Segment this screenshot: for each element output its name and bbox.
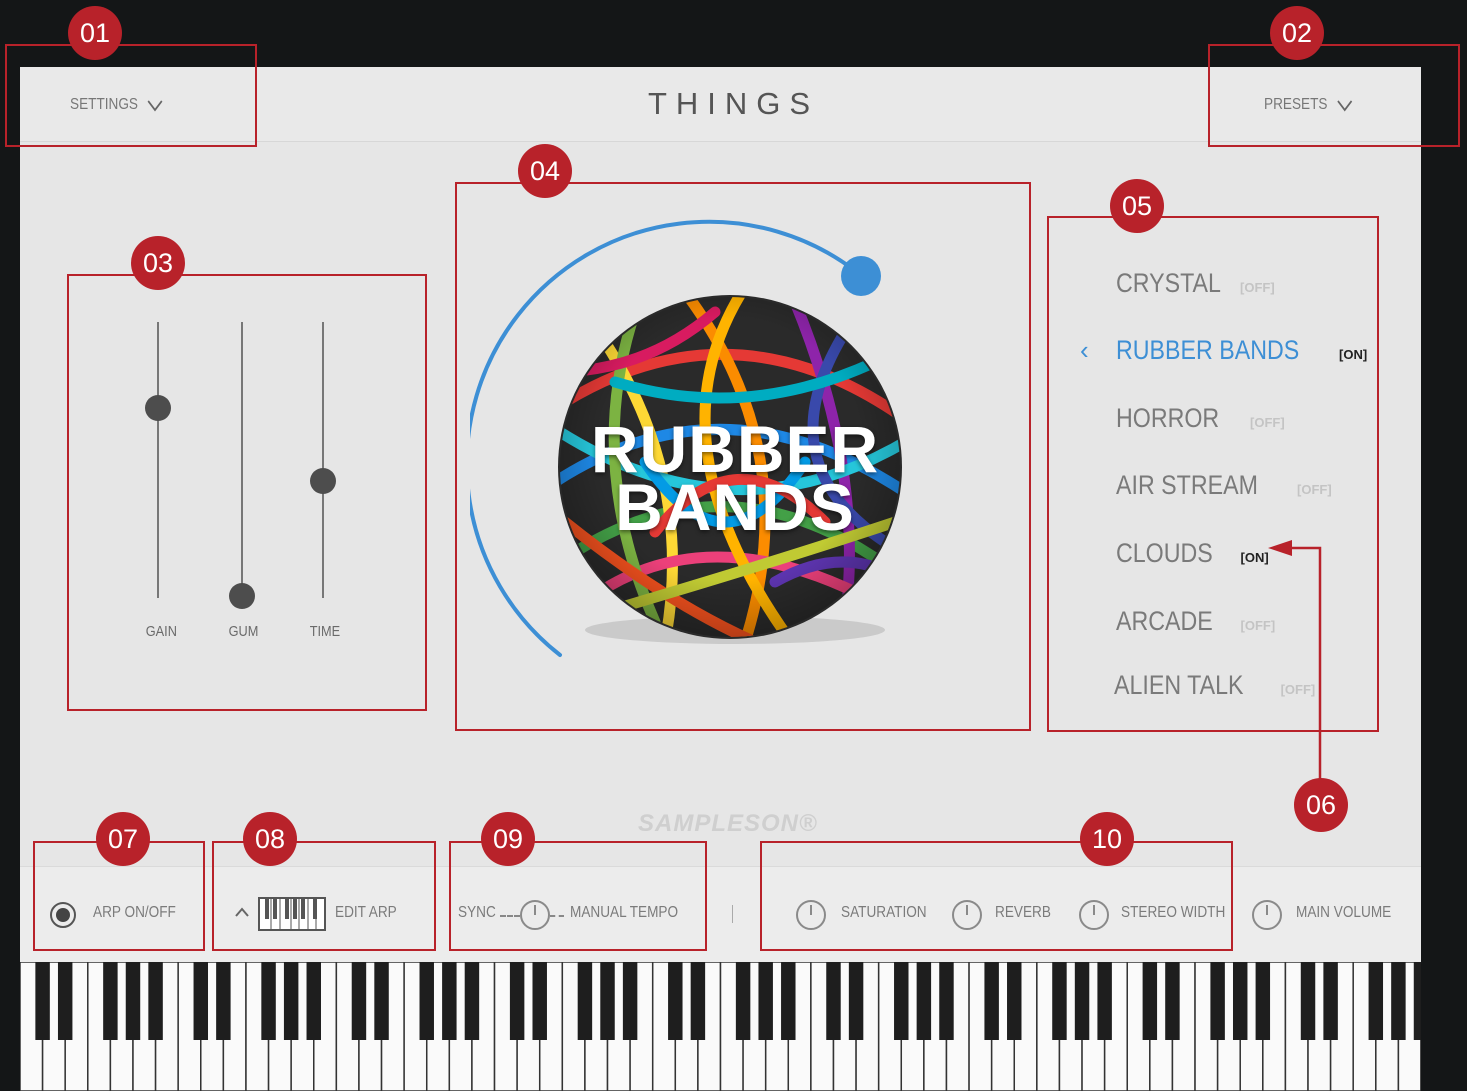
callout-box-10 bbox=[760, 841, 1233, 951]
black-key[interactable] bbox=[622, 962, 638, 1040]
black-key[interactable] bbox=[103, 962, 118, 1040]
black-key[interactable] bbox=[894, 962, 909, 1040]
callout-number-08: 08 bbox=[243, 812, 297, 866]
black-key[interactable] bbox=[668, 962, 683, 1040]
black-key[interactable] bbox=[193, 962, 209, 1040]
black-key[interactable] bbox=[1007, 962, 1022, 1040]
black-key[interactable] bbox=[1052, 962, 1067, 1040]
black-key[interactable] bbox=[442, 962, 457, 1040]
black-key[interactable] bbox=[1413, 962, 1421, 1040]
callout-number-03: 03 bbox=[131, 236, 185, 290]
black-key[interactable] bbox=[148, 962, 163, 1040]
callout-number-02: 02 bbox=[1270, 6, 1324, 60]
divider bbox=[732, 905, 733, 923]
black-key[interactable] bbox=[690, 962, 706, 1040]
black-key[interactable] bbox=[125, 962, 141, 1040]
black-key[interactable] bbox=[781, 962, 796, 1040]
piano-keyboard[interactable] bbox=[20, 962, 1421, 1091]
black-key[interactable] bbox=[1210, 962, 1225, 1040]
piano-keys[interactable] bbox=[20, 962, 1421, 1091]
callout-box-03 bbox=[67, 274, 427, 711]
callout-box-04 bbox=[455, 182, 1031, 731]
black-key[interactable] bbox=[306, 962, 321, 1040]
black-key[interactable] bbox=[1142, 962, 1158, 1040]
black-key[interactable] bbox=[1255, 962, 1271, 1040]
black-key[interactable] bbox=[35, 962, 50, 1040]
callout-box-08 bbox=[212, 841, 436, 951]
black-key[interactable] bbox=[848, 962, 864, 1040]
black-key[interactable] bbox=[1165, 962, 1180, 1040]
black-key[interactable] bbox=[1097, 962, 1112, 1040]
callout-number-05: 05 bbox=[1110, 179, 1164, 233]
black-key[interactable] bbox=[600, 962, 615, 1040]
main-volume-label: MAIN VOLUME bbox=[1296, 904, 1392, 921]
black-key[interactable] bbox=[351, 962, 367, 1040]
black-key[interactable] bbox=[57, 962, 73, 1040]
black-key[interactable] bbox=[1300, 962, 1316, 1040]
callout-number-07: 07 bbox=[96, 812, 150, 866]
callout-number-06: 06 bbox=[1294, 778, 1348, 832]
black-key[interactable] bbox=[1074, 962, 1090, 1040]
black-key[interactable] bbox=[1323, 962, 1338, 1040]
black-key[interactable] bbox=[464, 962, 480, 1040]
black-key[interactable] bbox=[419, 962, 434, 1040]
black-key[interactable] bbox=[577, 962, 593, 1040]
black-key[interactable] bbox=[758, 962, 773, 1040]
callout-box-01 bbox=[5, 44, 257, 147]
black-key[interactable] bbox=[216, 962, 231, 1040]
callout-number-04: 04 bbox=[518, 144, 572, 198]
callout-number-01: 01 bbox=[68, 6, 122, 60]
black-key[interactable] bbox=[735, 962, 751, 1040]
callout-number-10: 10 bbox=[1080, 812, 1134, 866]
callout-06-arrow bbox=[1268, 540, 1322, 783]
black-key[interactable] bbox=[916, 962, 932, 1040]
main-volume-knob[interactable] bbox=[1252, 900, 1282, 930]
black-key[interactable] bbox=[939, 962, 954, 1040]
black-key[interactable] bbox=[532, 962, 547, 1040]
black-key[interactable] bbox=[261, 962, 276, 1040]
callout-box-02 bbox=[1208, 44, 1460, 147]
black-key[interactable] bbox=[1232, 962, 1248, 1040]
black-key[interactable] bbox=[826, 962, 841, 1040]
black-key[interactable] bbox=[374, 962, 389, 1040]
black-key[interactable] bbox=[283, 962, 299, 1040]
black-key[interactable] bbox=[1368, 962, 1384, 1040]
black-key[interactable] bbox=[509, 962, 525, 1040]
brand-logo: SAMPLESON® bbox=[638, 810, 818, 837]
callout-number-09: 09 bbox=[481, 812, 535, 866]
black-key[interactable] bbox=[1391, 962, 1406, 1040]
black-key[interactable] bbox=[984, 962, 999, 1040]
